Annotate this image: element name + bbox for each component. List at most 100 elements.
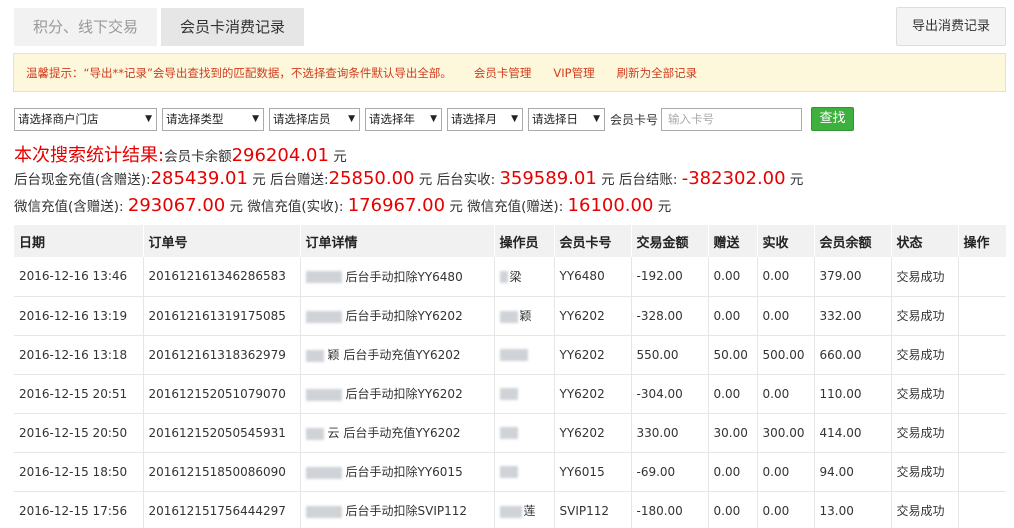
cell-balance: 414.00 [814, 413, 892, 453]
table-row[interactable]: 2016-12-15 17:56 201612151756444297 后台手动扣除… [14, 491, 1006, 528]
cell-amount-text: -180.00 [636, 503, 683, 518]
cell-status: 交易成功 [891, 257, 959, 297]
cell-status: 交易成功 [891, 374, 959, 414]
cell-card: YY6202 [554, 296, 632, 336]
header-detail: 订单详情 [300, 225, 495, 257]
type-select-value: 请选择类型 [166, 111, 224, 126]
year-select[interactable]: 请选择年 ▼ [365, 107, 442, 131]
cell-status-text: 交易成功 [896, 426, 945, 440]
table-row[interactable]: 2016-12-15 20:50 201612152050545931 云 后台手动… [14, 413, 1006, 453]
cell-detail: 云 后台手动充值YY6202 [300, 413, 495, 453]
stats-line-3: 微信充值(含赠送): 293067.00 元 微信充值(实收): 176967.… [14, 195, 671, 216]
backend-received-value: 359589.01 [499, 168, 597, 189]
notice-text: 温馨提示：“导出**记录”会导出查找到的匹配数据，不选择查询条件默认导出全部。 [26, 65, 452, 80]
table-row[interactable]: 2016-12-16 13:19 201612161319175085 后台手动扣除… [14, 296, 1006, 336]
cell-received-text: 500.00 [762, 347, 805, 362]
cell-status-text: 交易成功 [896, 269, 945, 284]
cell-detail-text: 后台手动扣除YY6015 [345, 465, 463, 479]
cash-recharge-value: 285439.01 [150, 168, 248, 189]
cell-balance: 332.00 [814, 296, 892, 336]
cell-balance-text: 414.00 [819, 425, 862, 440]
cell-gift-text: 0.00 [713, 308, 741, 323]
cell-operator: 莲 [494, 491, 555, 528]
wx-gift-value: 16100.00 [567, 195, 654, 216]
backend-received-label: 后台实收: [436, 172, 496, 188]
redacted-name [499, 505, 522, 518]
type-select[interactable]: 请选择类型 ▼ [162, 107, 264, 131]
cell-date-text: 2016-12-15 20:50 [19, 425, 128, 440]
cell-operator [494, 413, 555, 453]
cell-operator-text: 颖 [519, 309, 532, 323]
cell-balance: 13.00 [814, 491, 892, 528]
wx-gift-label: 微信充值(赠送): [467, 199, 564, 215]
cell-date-text: 2016-12-15 18:50 [19, 464, 128, 479]
link-vip-management[interactable]: VIP管理 [553, 65, 594, 81]
cell-gift-text: 0.00 [713, 269, 741, 284]
tab-points-offline[interactable]: 积分、线下交易 [14, 8, 158, 46]
cell-amount-text: 330.00 [636, 425, 679, 440]
cell-date-text: 2016-12-16 13:18 [19, 347, 128, 362]
store-select[interactable]: 请选择商户门店 ▼ [14, 107, 157, 131]
cell-status: 交易成功 [891, 335, 959, 375]
cell-order-text: 201612152051079070 [148, 386, 286, 401]
table-header-row: 日期 订单号 订单详情 操作员 会员卡号 交易金额 赠送 实收 会员余额 状态 … [14, 225, 1006, 257]
day-select[interactable]: 请选择日 ▼ [528, 107, 605, 131]
cell-balance-text: 13.00 [819, 503, 854, 518]
export-records-button[interactable]: 导出消费记录 [896, 7, 1006, 46]
cell-balance-text: 110.00 [819, 386, 862, 401]
redacted-name [305, 310, 342, 323]
cell-received: 500.00 [757, 335, 815, 375]
cell-detail-text: 后台手动扣除YY6480 [345, 269, 463, 284]
clerk-select[interactable]: 请选择店员 ▼ [269, 107, 360, 131]
cell-gift-text: 0.00 [713, 386, 741, 401]
cell-received-text: 300.00 [762, 425, 805, 440]
tab-card-records[interactable]: 会员卡消费记录 [161, 8, 305, 46]
table-row[interactable]: 2016-12-15 20:51 201612152051079070 后台手动扣除… [14, 374, 1006, 414]
cell-detail-text: 颖 后台手动充值YY6202 [327, 348, 461, 362]
cell-gift: 0.00 [708, 296, 758, 336]
unit-label: 元 [333, 149, 347, 165]
cell-status: 交易成功 [891, 452, 959, 492]
month-select-value: 请选择月 [451, 111, 497, 126]
cell-amount: -180.00 [631, 491, 709, 528]
card-number-input[interactable] [661, 107, 803, 131]
cell-order: 201612152051079070 [143, 374, 301, 414]
unit-label: 元 [252, 172, 266, 188]
table-row[interactable]: 2016-12-15 18:50 201612151850086090 后台手动扣除… [14, 452, 1006, 492]
cell-action [958, 335, 1006, 375]
table-row[interactable]: 2016-12-16 13:18 201612161318362979 颖 后台手动… [14, 335, 1006, 375]
cell-card-text: YY6202 [559, 425, 605, 440]
redacted-name [305, 466, 342, 479]
cell-card: YY6202 [554, 413, 632, 453]
cell-date-text: 2016-12-15 20:51 [19, 386, 128, 401]
table-row[interactable]: 2016-12-16 13:46 201612161346286583 后台手动扣除… [14, 257, 1006, 297]
cell-gift: 0.00 [708, 257, 758, 297]
unit-label: 元 [657, 199, 672, 215]
search-button[interactable]: 查找 [811, 107, 855, 131]
cell-amount: -328.00 [631, 296, 709, 336]
cell-action [958, 257, 1006, 297]
cell-detail: 后台手动扣除YY6015 [300, 452, 495, 492]
cell-amount: 330.00 [631, 413, 709, 453]
cell-card-text: YY6015 [559, 464, 605, 479]
cell-card: YY6480 [554, 257, 632, 297]
cell-balance: 94.00 [814, 452, 892, 492]
cell-detail-text: 后台手动扣除SVIP112 [345, 504, 468, 518]
cell-status: 交易成功 [891, 296, 959, 336]
month-select[interactable]: 请选择月 ▼ [447, 107, 523, 131]
link-refresh-all[interactable]: 刷新为全部记录 [617, 65, 698, 81]
cell-order-text: 201612161318362979 [148, 347, 286, 362]
cell-status: 交易成功 [891, 413, 959, 453]
card-number-label: 会员卡号 [610, 112, 659, 127]
cell-gift-text: 30.00 [713, 425, 748, 440]
wx-received-label: 微信充值(实收): [247, 199, 344, 215]
filter-bar: 请选择商户门店 ▼ 请选择类型 ▼ 请选择店员 ▼ 请选择年 ▼ 请选择月 ▼ 请选择日 ▼… [14, 107, 855, 131]
cell-amount-text: -328.00 [636, 308, 683, 323]
cell-date: 2016-12-15 20:51 [14, 374, 144, 414]
header-operator: 操作员 [494, 225, 555, 257]
cell-gift-text: 0.00 [713, 464, 741, 479]
cell-date-text: 2016-12-16 13:46 [19, 269, 128, 284]
cell-order-text: 201612152050545931 [148, 425, 286, 440]
link-card-management[interactable]: 会员卡管理 [474, 65, 532, 81]
cell-received-text: 0.00 [762, 503, 790, 518]
